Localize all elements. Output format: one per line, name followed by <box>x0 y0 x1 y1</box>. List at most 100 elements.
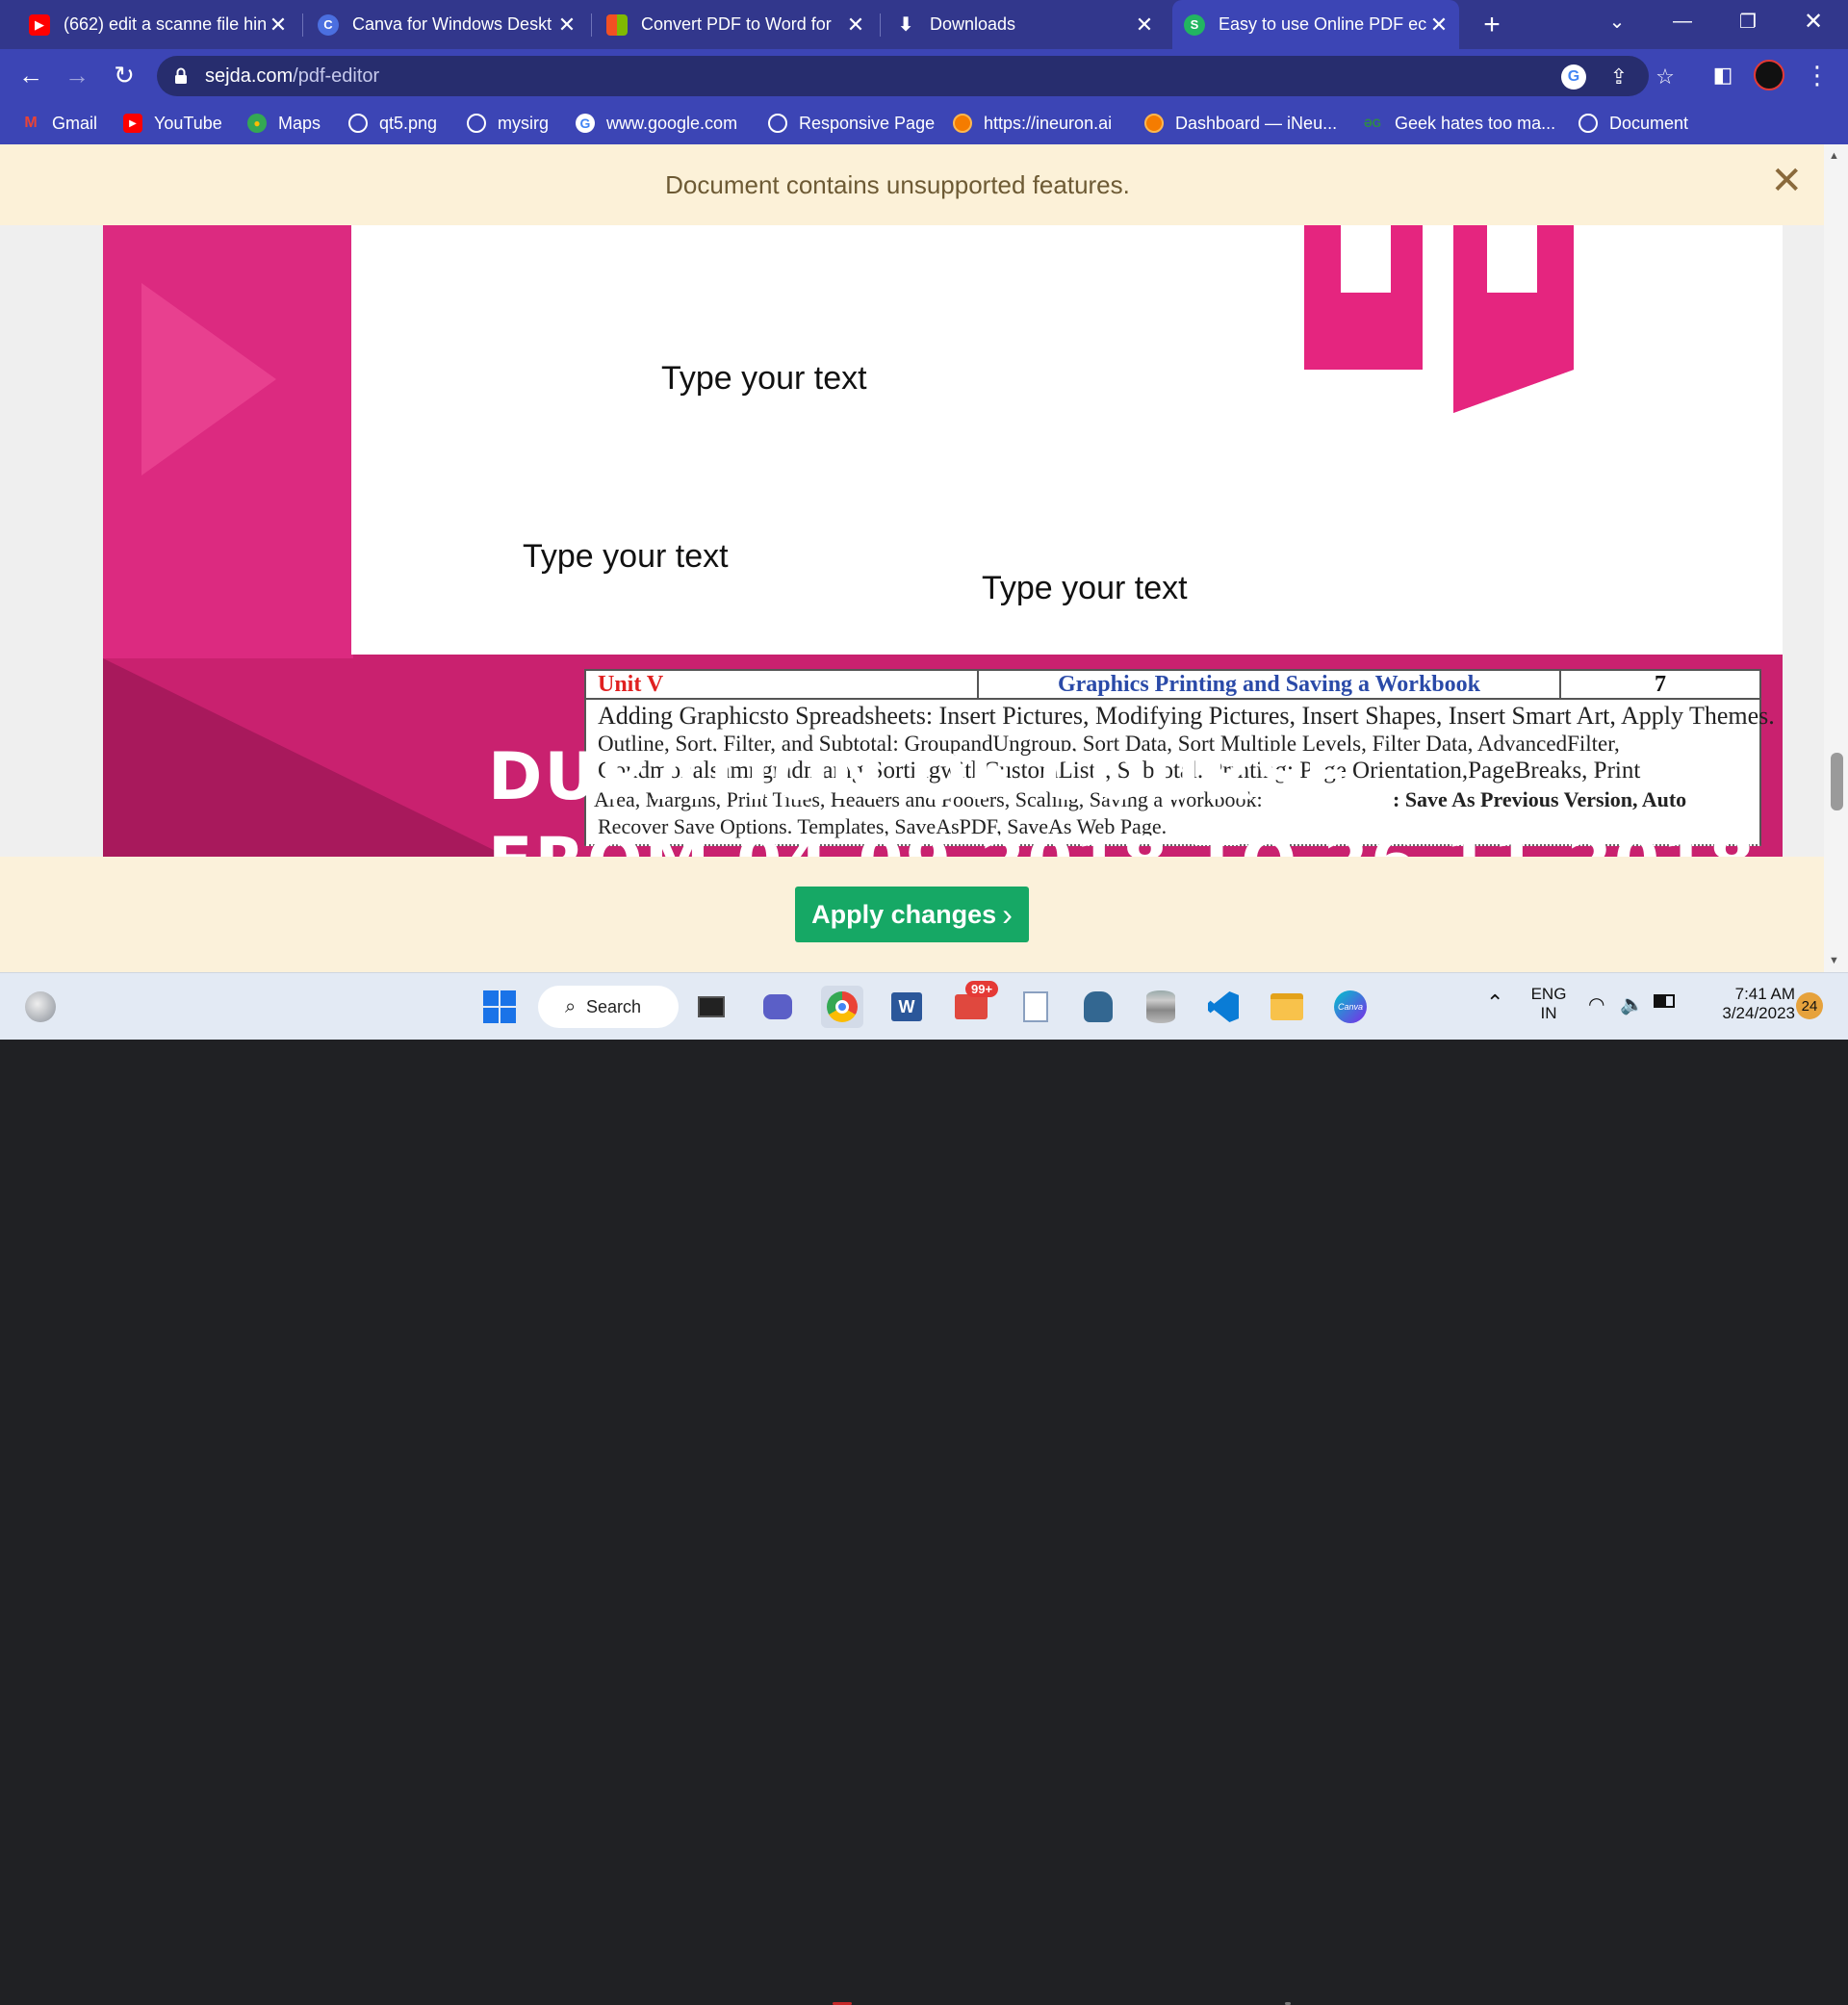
search-label: Search <box>586 996 642 1016</box>
postgres-icon[interactable] <box>1077 986 1119 1028</box>
show-hidden-icons-icon[interactable]: ⌃ <box>1486 990 1503 1015</box>
database-icon[interactable] <box>1140 986 1182 1028</box>
tab-canva[interactable]: C Canva for Windows Deskt ✕ <box>306 0 587 49</box>
volume-icon[interactable]: 🔈 <box>1620 992 1644 1016</box>
word-icon[interactable]: W <box>886 986 928 1028</box>
bookmark-dashboard[interactable]: Dashboard — iNeu... <box>1144 111 1337 136</box>
side-panel-icon[interactable]: ◧ <box>1706 58 1740 92</box>
ineuron-icon <box>953 114 972 133</box>
google-icon: G <box>576 114 595 133</box>
bookmark-label: Maps <box>278 113 321 133</box>
vertical-scrollbar[interactable]: ▲ ▼ <box>1824 144 1848 972</box>
scroll-up-icon[interactable]: ▲ <box>1829 150 1839 162</box>
canva-icon: C <box>318 13 339 36</box>
close-icon[interactable]: ✕ <box>1426 13 1451 38</box>
bookmark-qt5[interactable]: qt5.png <box>348 111 437 136</box>
bookmark-label: https://ineuron.ai <box>984 113 1113 133</box>
canva-app-icon[interactable]: Canva <box>1329 986 1372 1028</box>
close-window-button[interactable]: ✕ <box>1786 0 1840 42</box>
new-tab-button[interactable]: + <box>1465 4 1519 46</box>
google-lens-icon[interactable]: G <box>1561 64 1586 90</box>
clock-time: 7:41 AM <box>1734 985 1795 1003</box>
bookmark-document[interactable]: Document <box>1578 111 1688 136</box>
language-indicator[interactable]: ENG IN <box>1525 985 1573 1023</box>
notification-badge[interactable]: 24 <box>1796 992 1823 1019</box>
share-icon[interactable]: ⇪ <box>1606 64 1631 90</box>
gmail-icon: M <box>24 115 38 131</box>
address-bar[interactable]: sejda.com/pdf-editor G ⇪ ☆ <box>157 56 1675 96</box>
youtube-icon: ▶ <box>29 13 50 36</box>
menu-kebab-icon[interactable]: ⋮ <box>1800 58 1835 92</box>
globe-icon <box>348 114 368 133</box>
close-icon[interactable]: ✕ <box>266 13 291 38</box>
text-box-placeholder[interactable]: Type your text <box>661 360 867 398</box>
battery-icon[interactable] <box>1654 994 1675 1008</box>
url-host: sejda.com <box>205 65 294 87</box>
tab-downloads[interactable]: ⬇ Downloads ✕ <box>884 0 1165 49</box>
bookmark-gfg[interactable]: ƏG Geek hates too ma... <box>1362 111 1555 136</box>
unit-cell: Unit V <box>586 671 979 698</box>
apply-changes-bar: Apply changes › <box>0 857 1824 972</box>
scrollbar-thumb[interactable] <box>1831 753 1843 810</box>
tab-title: Easy to use Online PDF ec <box>1219 14 1426 34</box>
profile-avatar[interactable] <box>1752 58 1786 92</box>
scroll-down-icon[interactable]: ▼ <box>1829 955 1839 966</box>
bookmark-ineuron[interactable]: https://ineuron.ai <box>953 111 1112 136</box>
bookmark-google[interactable]: Gwww.google.com <box>576 111 737 136</box>
close-icon[interactable]: ✕ <box>1132 13 1157 38</box>
gfg-icon: ƏG <box>1363 116 1382 130</box>
bookmark-mysirg[interactable]: mysirg <box>467 111 549 136</box>
clock-date: 3/24/2023 <box>1722 1004 1795 1022</box>
chrome-icon[interactable] <box>821 986 863 1028</box>
close-banner-icon[interactable]: ✕ <box>1770 162 1803 200</box>
globe-icon <box>1578 114 1598 133</box>
tab-youtube[interactable]: ▶ (662) edit a scanne file hin ✕ <box>17 0 298 49</box>
start-windows-icon[interactable] <box>478 986 521 1028</box>
tab-title: Canva for Windows Deskt <box>352 14 552 34</box>
task-view-icon[interactable] <box>690 986 732 1028</box>
apply-changes-button[interactable]: Apply changes › <box>795 887 1029 942</box>
tab-separator <box>591 13 592 37</box>
bookmark-label: Dashboard — iNeu... <box>1175 113 1338 133</box>
close-icon[interactable]: ✕ <box>843 13 868 38</box>
youtube-icon: ▶ <box>123 114 142 133</box>
teams-chat-icon[interactable] <box>757 986 799 1028</box>
text-box-placeholder[interactable]: Type your text <box>523 538 729 576</box>
forward-arrow-icon[interactable]: → <box>60 58 94 92</box>
back-arrow-icon[interactable]: ← <box>13 58 48 92</box>
reload-icon[interactable]: ↻ <box>107 58 141 92</box>
tab-sejda[interactable]: S Easy to use Online PDF ec ✕ <box>1172 0 1459 49</box>
pdf-reader-icon[interactable] <box>1014 986 1057 1028</box>
bookmark-label: Responsive Page <box>799 113 936 133</box>
pdf-page[interactable]: Type your text Unit V Graphics Printing … <box>103 225 1783 857</box>
file-explorer-icon[interactable] <box>1266 986 1308 1028</box>
text-box-placeholder[interactable]: Type your text <box>982 570 1188 607</box>
bookmark-responsive-page[interactable]: Responsive Page <box>768 111 935 136</box>
lock-icon <box>175 67 187 84</box>
bookmark-youtube[interactable]: ▶ YouTube <box>123 111 222 136</box>
url-text: sejda.com/pdf-editor <box>205 65 379 88</box>
bookmark-gmail[interactable]: M Gmail <box>21 111 97 136</box>
tab-separator <box>880 13 881 37</box>
restore-button[interactable]: ❐ <box>1721 0 1775 42</box>
clock[interactable]: 7:41 AM 3/24/2023 <box>1699 985 1795 1023</box>
duration-dates: FROM 04.09.2018 TO 26.11.2018 <box>488 824 1757 857</box>
weather-icon[interactable] <box>19 986 62 1028</box>
taskbar-search[interactable]: ⌕ Search <box>538 986 679 1028</box>
unsupported-features-banner: Document contains unsupported features. … <box>0 144 1824 225</box>
close-icon[interactable]: ✕ <box>554 13 579 38</box>
bookmark-maps[interactable]: ● Maps <box>247 111 321 136</box>
wifi-icon[interactable]: ◠ <box>1588 992 1604 1016</box>
bookmark-label: Document <box>1609 113 1689 133</box>
microsoft-icon <box>606 13 628 36</box>
bookmark-label: mysirg <box>498 113 549 133</box>
download-icon: ⬇ <box>897 14 914 36</box>
tab-convert-pdf[interactable]: Convert PDF to Word for ✕ <box>595 0 876 49</box>
ineuron-icon <box>1144 114 1164 133</box>
tab-search-chevron-icon[interactable]: ⌄ <box>1590 0 1644 42</box>
bookmark-star-icon[interactable]: ☆ <box>1653 64 1678 90</box>
globe-icon <box>467 114 486 133</box>
vscode-icon[interactable] <box>1202 986 1245 1028</box>
minimize-button[interactable]: — <box>1656 0 1709 42</box>
bookmark-label: www.google.com <box>606 113 738 133</box>
